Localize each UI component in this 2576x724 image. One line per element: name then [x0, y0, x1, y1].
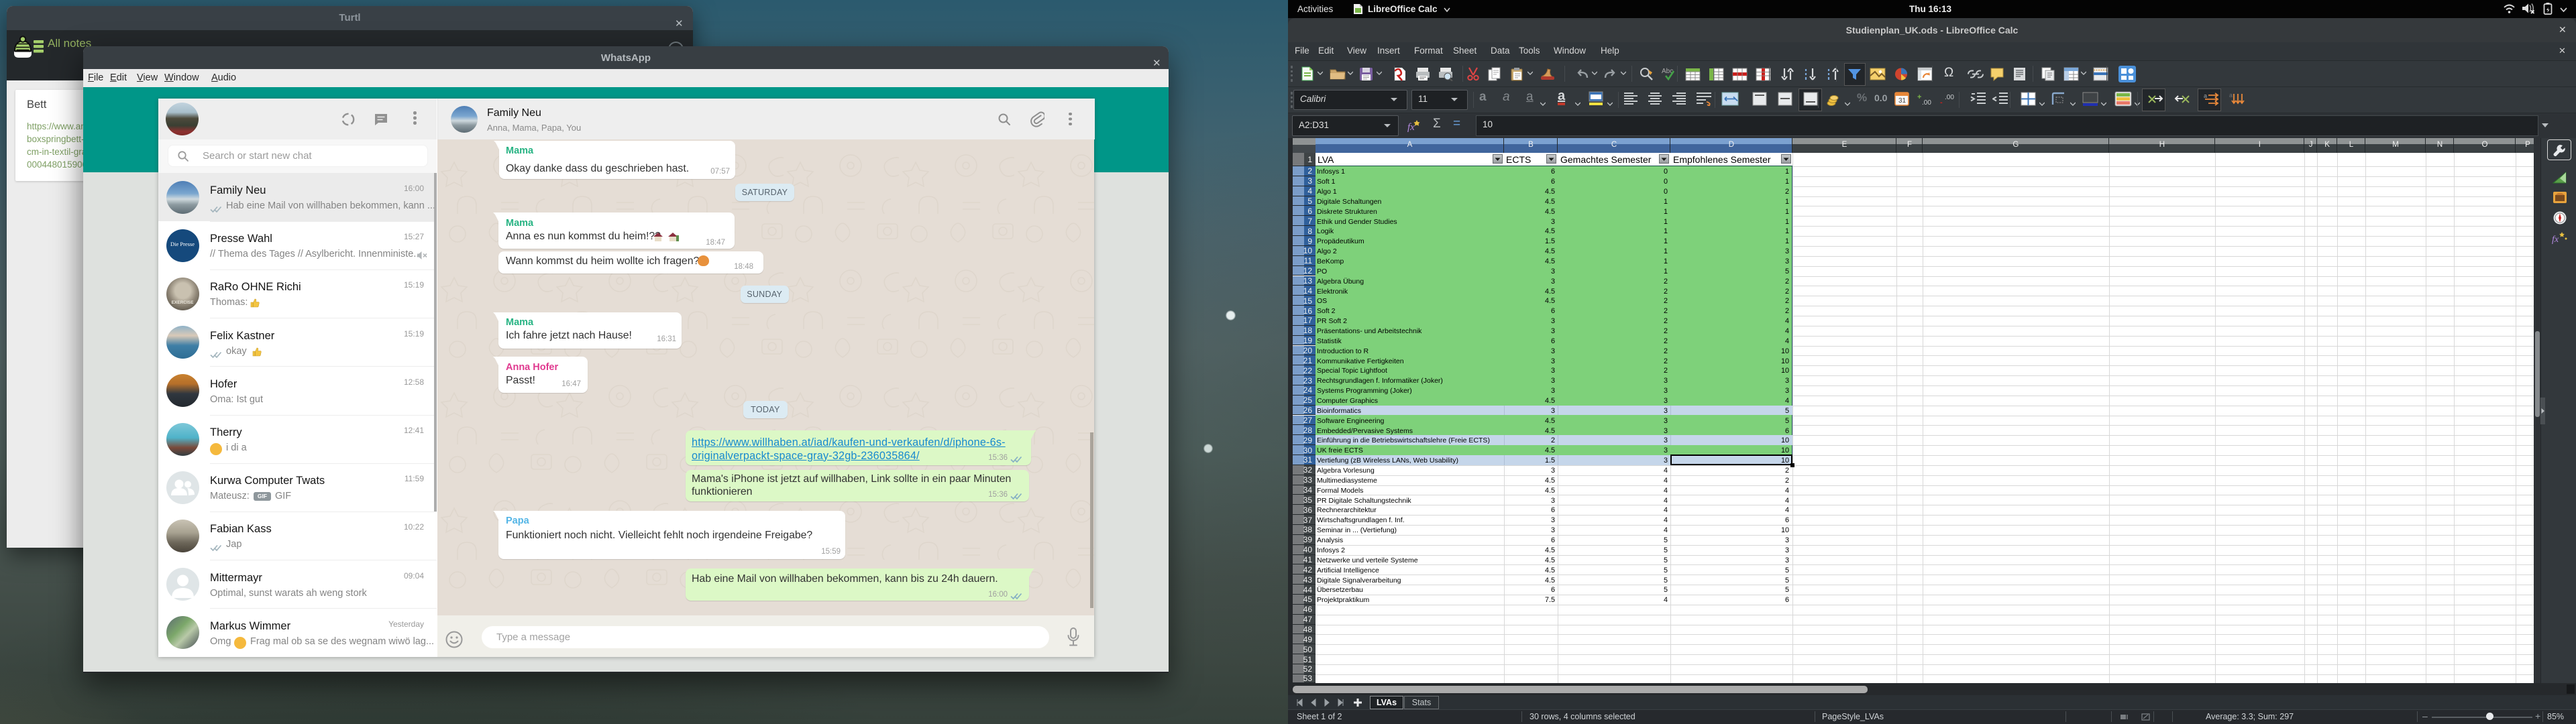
svg-text:.00: .00 — [1945, 94, 1954, 101]
svg-text:a: a — [2204, 93, 2207, 99]
svg-text:fx: fx — [1407, 122, 1415, 133]
svg-text:a: a — [2229, 92, 2233, 99]
svg-text:31: 31 — [1898, 97, 1907, 105]
svg-text:fx: fx — [2552, 235, 2559, 245]
svg-text:-: - — [1940, 99, 1943, 107]
svg-text:.00: .00 — [1922, 99, 1931, 107]
svg-text:+: + — [1917, 93, 1921, 101]
